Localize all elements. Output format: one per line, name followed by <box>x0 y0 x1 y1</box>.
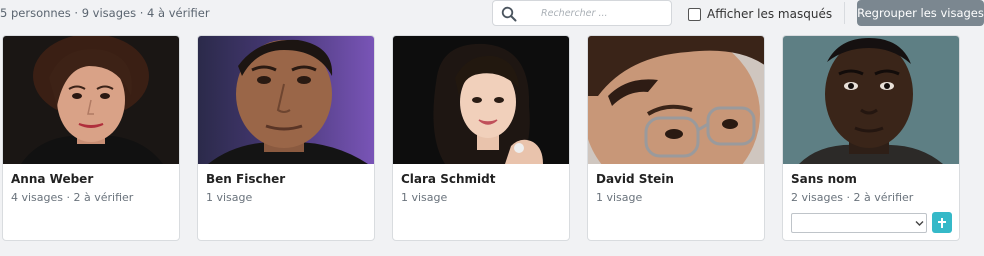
show-hidden-checkbox[interactable] <box>688 7 701 21</box>
face-summary: 5 personnes · 9 visages · 4 à vérifier <box>0 6 210 20</box>
person-name[interactable]: Clara Schmidt <box>401 172 495 186</box>
chevron-down-icon <box>915 221 924 226</box>
person-photo[interactable] <box>588 36 764 164</box>
toolbar-divider <box>844 2 845 24</box>
person-card-unnamed[interactable]: Sans nom 2 visages · 2 à vérifier <box>782 35 960 241</box>
search-input[interactable] <box>523 4 663 22</box>
person-card-anna-weber[interactable]: Anna Weber 4 visages · 2 à vérifier <box>2 35 180 241</box>
person-face-count: 1 visage <box>206 191 253 204</box>
person-card-david-stein[interactable]: David Stein 1 visage <box>587 35 765 241</box>
person-photo[interactable] <box>393 36 569 164</box>
show-hidden-toggle[interactable]: Afficher les masqués <box>688 5 832 23</box>
add-person-button[interactable] <box>932 212 952 233</box>
show-hidden-label: Afficher les masqués <box>707 7 833 21</box>
person-photo[interactable] <box>783 36 959 164</box>
person-face-count: 1 visage <box>401 191 448 204</box>
person-name[interactable]: Ben Fischer <box>206 172 285 186</box>
assign-person-select[interactable] <box>791 213 927 233</box>
person-face-count: 1 visage <box>596 191 643 204</box>
person-photo[interactable] <box>198 36 374 164</box>
person-name[interactable]: David Stein <box>596 172 674 186</box>
search-icon <box>501 6 517 22</box>
person-name[interactable]: Anna Weber <box>11 172 93 186</box>
person-card-ben-fischer[interactable]: Ben Fischer 1 visage <box>197 35 375 241</box>
person-card-clara-schmidt[interactable]: Clara Schmidt 1 visage <box>392 35 570 241</box>
plus-icon <box>938 217 946 228</box>
search-box[interactable] <box>492 0 672 26</box>
person-photo[interactable] <box>3 36 179 164</box>
person-face-count: 4 visages · 2 à vérifier <box>11 191 134 204</box>
person-name[interactable]: Sans nom <box>791 172 857 186</box>
person-face-count: 2 visages · 2 à vérifier <box>791 191 914 204</box>
group-faces-button[interactable]: Regrouper les visages <box>857 0 984 26</box>
